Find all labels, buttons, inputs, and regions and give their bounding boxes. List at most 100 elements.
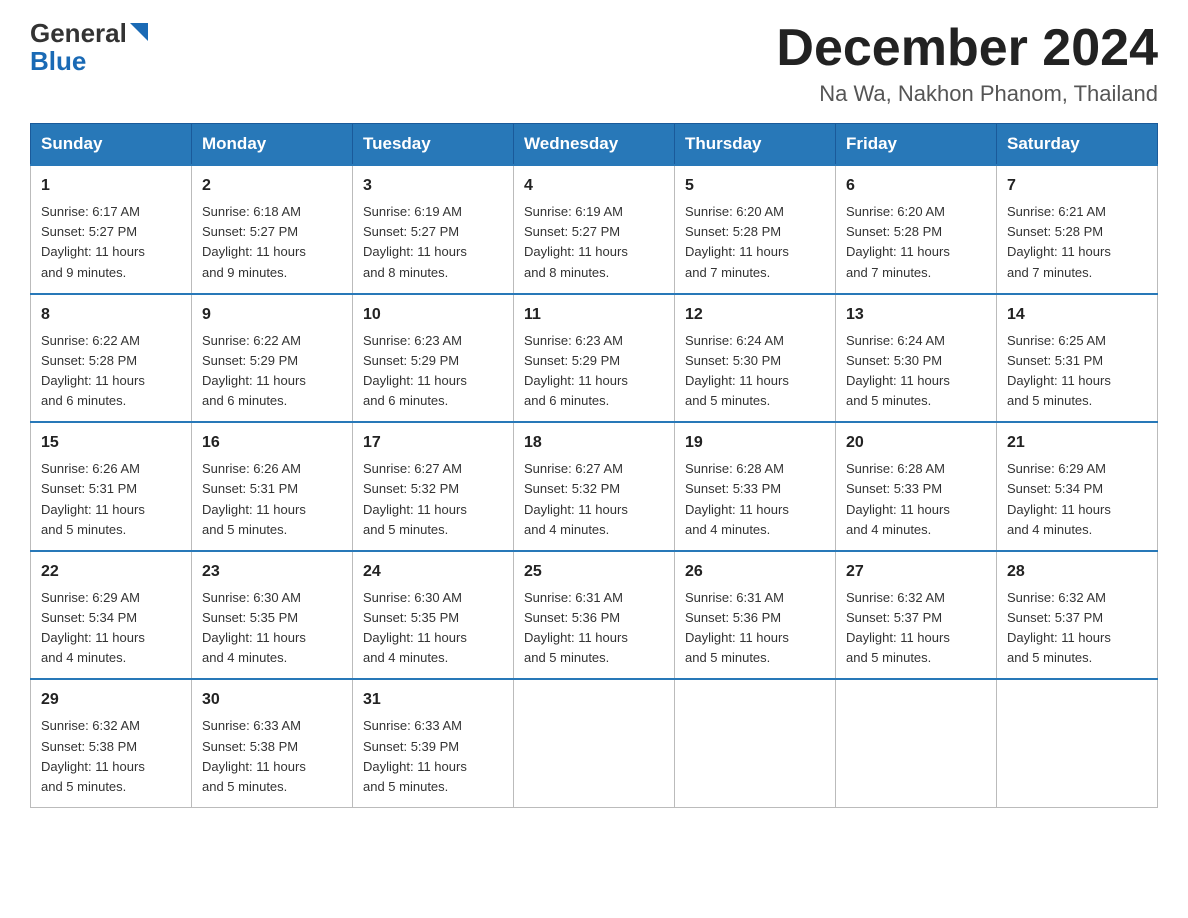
- day-number: 6: [846, 174, 986, 198]
- calendar-cell: 1 Sunrise: 6:17 AM Sunset: 5:27 PM Dayli…: [31, 165, 192, 294]
- logo-triangle-icon: [130, 23, 148, 41]
- calendar-cell: [836, 679, 997, 807]
- day-number: 22: [41, 560, 181, 584]
- calendar-week-row: 8 Sunrise: 6:22 AM Sunset: 5:28 PM Dayli…: [31, 294, 1158, 423]
- day-info: Sunrise: 6:18 AM Sunset: 5:27 PM Dayligh…: [202, 204, 306, 279]
- day-info: Sunrise: 6:30 AM Sunset: 5:35 PM Dayligh…: [202, 590, 306, 665]
- day-number: 21: [1007, 431, 1147, 455]
- calendar-cell: 12 Sunrise: 6:24 AM Sunset: 5:30 PM Dayl…: [675, 294, 836, 423]
- day-number: 30: [202, 688, 342, 712]
- calendar-cell: 8 Sunrise: 6:22 AM Sunset: 5:28 PM Dayli…: [31, 294, 192, 423]
- day-info: Sunrise: 6:22 AM Sunset: 5:29 PM Dayligh…: [202, 333, 306, 408]
- calendar-cell: 10 Sunrise: 6:23 AM Sunset: 5:29 PM Dayl…: [353, 294, 514, 423]
- day-number: 12: [685, 303, 825, 327]
- calendar-cell: 7 Sunrise: 6:21 AM Sunset: 5:28 PM Dayli…: [997, 165, 1158, 294]
- calendar-cell: [514, 679, 675, 807]
- day-number: 26: [685, 560, 825, 584]
- day-number: 15: [41, 431, 181, 455]
- calendar-week-row: 1 Sunrise: 6:17 AM Sunset: 5:27 PM Dayli…: [31, 165, 1158, 294]
- day-info: Sunrise: 6:26 AM Sunset: 5:31 PM Dayligh…: [202, 461, 306, 536]
- day-info: Sunrise: 6:17 AM Sunset: 5:27 PM Dayligh…: [41, 204, 145, 279]
- calendar-cell: 28 Sunrise: 6:32 AM Sunset: 5:37 PM Dayl…: [997, 551, 1158, 680]
- calendar-cell: 6 Sunrise: 6:20 AM Sunset: 5:28 PM Dayli…: [836, 165, 997, 294]
- day-number: 24: [363, 560, 503, 584]
- day-number: 23: [202, 560, 342, 584]
- logo-text-general: General: [30, 20, 127, 46]
- calendar-cell: 9 Sunrise: 6:22 AM Sunset: 5:29 PM Dayli…: [192, 294, 353, 423]
- day-number: 13: [846, 303, 986, 327]
- day-info: Sunrise: 6:22 AM Sunset: 5:28 PM Dayligh…: [41, 333, 145, 408]
- calendar-cell: 5 Sunrise: 6:20 AM Sunset: 5:28 PM Dayli…: [675, 165, 836, 294]
- calendar-cell: 26 Sunrise: 6:31 AM Sunset: 5:36 PM Dayl…: [675, 551, 836, 680]
- day-info: Sunrise: 6:32 AM Sunset: 5:38 PM Dayligh…: [41, 718, 145, 793]
- day-number: 8: [41, 303, 181, 327]
- day-info: Sunrise: 6:26 AM Sunset: 5:31 PM Dayligh…: [41, 461, 145, 536]
- day-info: Sunrise: 6:28 AM Sunset: 5:33 PM Dayligh…: [846, 461, 950, 536]
- location-subtitle: Na Wa, Nakhon Phanom, Thailand: [776, 81, 1158, 107]
- day-number: 19: [685, 431, 825, 455]
- day-info: Sunrise: 6:29 AM Sunset: 5:34 PM Dayligh…: [41, 590, 145, 665]
- day-info: Sunrise: 6:31 AM Sunset: 5:36 PM Dayligh…: [524, 590, 628, 665]
- logo: General Blue: [30, 20, 148, 74]
- calendar-cell: 29 Sunrise: 6:32 AM Sunset: 5:38 PM Dayl…: [31, 679, 192, 807]
- day-number: 31: [363, 688, 503, 712]
- day-number: 16: [202, 431, 342, 455]
- day-info: Sunrise: 6:19 AM Sunset: 5:27 PM Dayligh…: [524, 204, 628, 279]
- header-sunday: Sunday: [31, 124, 192, 166]
- calendar-week-row: 15 Sunrise: 6:26 AM Sunset: 5:31 PM Dayl…: [31, 422, 1158, 551]
- calendar-cell: 30 Sunrise: 6:33 AM Sunset: 5:38 PM Dayl…: [192, 679, 353, 807]
- calendar-table: SundayMondayTuesdayWednesdayThursdayFrid…: [30, 123, 1158, 808]
- day-info: Sunrise: 6:32 AM Sunset: 5:37 PM Dayligh…: [1007, 590, 1111, 665]
- calendar-cell: 14 Sunrise: 6:25 AM Sunset: 5:31 PM Dayl…: [997, 294, 1158, 423]
- day-info: Sunrise: 6:33 AM Sunset: 5:39 PM Dayligh…: [363, 718, 467, 793]
- calendar-cell: 15 Sunrise: 6:26 AM Sunset: 5:31 PM Dayl…: [31, 422, 192, 551]
- day-info: Sunrise: 6:21 AM Sunset: 5:28 PM Dayligh…: [1007, 204, 1111, 279]
- day-number: 7: [1007, 174, 1147, 198]
- day-info: Sunrise: 6:25 AM Sunset: 5:31 PM Dayligh…: [1007, 333, 1111, 408]
- calendar-cell: 22 Sunrise: 6:29 AM Sunset: 5:34 PM Dayl…: [31, 551, 192, 680]
- calendar-cell: 13 Sunrise: 6:24 AM Sunset: 5:30 PM Dayl…: [836, 294, 997, 423]
- calendar-cell: 31 Sunrise: 6:33 AM Sunset: 5:39 PM Dayl…: [353, 679, 514, 807]
- calendar-cell: 19 Sunrise: 6:28 AM Sunset: 5:33 PM Dayl…: [675, 422, 836, 551]
- header-saturday: Saturday: [997, 124, 1158, 166]
- day-info: Sunrise: 6:33 AM Sunset: 5:38 PM Dayligh…: [202, 718, 306, 793]
- calendar-cell: 21 Sunrise: 6:29 AM Sunset: 5:34 PM Dayl…: [997, 422, 1158, 551]
- calendar-cell: [675, 679, 836, 807]
- header-wednesday: Wednesday: [514, 124, 675, 166]
- page-header: General Blue December 2024 Na Wa, Nakhon…: [30, 20, 1158, 107]
- day-info: Sunrise: 6:27 AM Sunset: 5:32 PM Dayligh…: [363, 461, 467, 536]
- calendar-cell: 16 Sunrise: 6:26 AM Sunset: 5:31 PM Dayl…: [192, 422, 353, 551]
- logo-text-blue: Blue: [30, 48, 86, 74]
- day-number: 2: [202, 174, 342, 198]
- calendar-week-row: 22 Sunrise: 6:29 AM Sunset: 5:34 PM Dayl…: [31, 551, 1158, 680]
- day-info: Sunrise: 6:27 AM Sunset: 5:32 PM Dayligh…: [524, 461, 628, 536]
- calendar-cell: 2 Sunrise: 6:18 AM Sunset: 5:27 PM Dayli…: [192, 165, 353, 294]
- calendar-cell: 20 Sunrise: 6:28 AM Sunset: 5:33 PM Dayl…: [836, 422, 997, 551]
- day-number: 17: [363, 431, 503, 455]
- day-number: 25: [524, 560, 664, 584]
- day-info: Sunrise: 6:23 AM Sunset: 5:29 PM Dayligh…: [524, 333, 628, 408]
- calendar-cell: 17 Sunrise: 6:27 AM Sunset: 5:32 PM Dayl…: [353, 422, 514, 551]
- day-number: 20: [846, 431, 986, 455]
- day-number: 3: [363, 174, 503, 198]
- day-number: 11: [524, 303, 664, 327]
- header-monday: Monday: [192, 124, 353, 166]
- day-info: Sunrise: 6:20 AM Sunset: 5:28 PM Dayligh…: [846, 204, 950, 279]
- calendar-cell: 3 Sunrise: 6:19 AM Sunset: 5:27 PM Dayli…: [353, 165, 514, 294]
- day-info: Sunrise: 6:24 AM Sunset: 5:30 PM Dayligh…: [685, 333, 789, 408]
- day-number: 4: [524, 174, 664, 198]
- title-section: December 2024 Na Wa, Nakhon Phanom, Thai…: [776, 20, 1158, 107]
- calendar-cell: 25 Sunrise: 6:31 AM Sunset: 5:36 PM Dayl…: [514, 551, 675, 680]
- month-title: December 2024: [776, 20, 1158, 77]
- day-info: Sunrise: 6:30 AM Sunset: 5:35 PM Dayligh…: [363, 590, 467, 665]
- calendar-cell: 27 Sunrise: 6:32 AM Sunset: 5:37 PM Dayl…: [836, 551, 997, 680]
- day-info: Sunrise: 6:24 AM Sunset: 5:30 PM Dayligh…: [846, 333, 950, 408]
- day-number: 27: [846, 560, 986, 584]
- calendar-cell: 4 Sunrise: 6:19 AM Sunset: 5:27 PM Dayli…: [514, 165, 675, 294]
- header-thursday: Thursday: [675, 124, 836, 166]
- day-info: Sunrise: 6:19 AM Sunset: 5:27 PM Dayligh…: [363, 204, 467, 279]
- day-number: 28: [1007, 560, 1147, 584]
- calendar-week-row: 29 Sunrise: 6:32 AM Sunset: 5:38 PM Dayl…: [31, 679, 1158, 807]
- day-info: Sunrise: 6:23 AM Sunset: 5:29 PM Dayligh…: [363, 333, 467, 408]
- day-info: Sunrise: 6:28 AM Sunset: 5:33 PM Dayligh…: [685, 461, 789, 536]
